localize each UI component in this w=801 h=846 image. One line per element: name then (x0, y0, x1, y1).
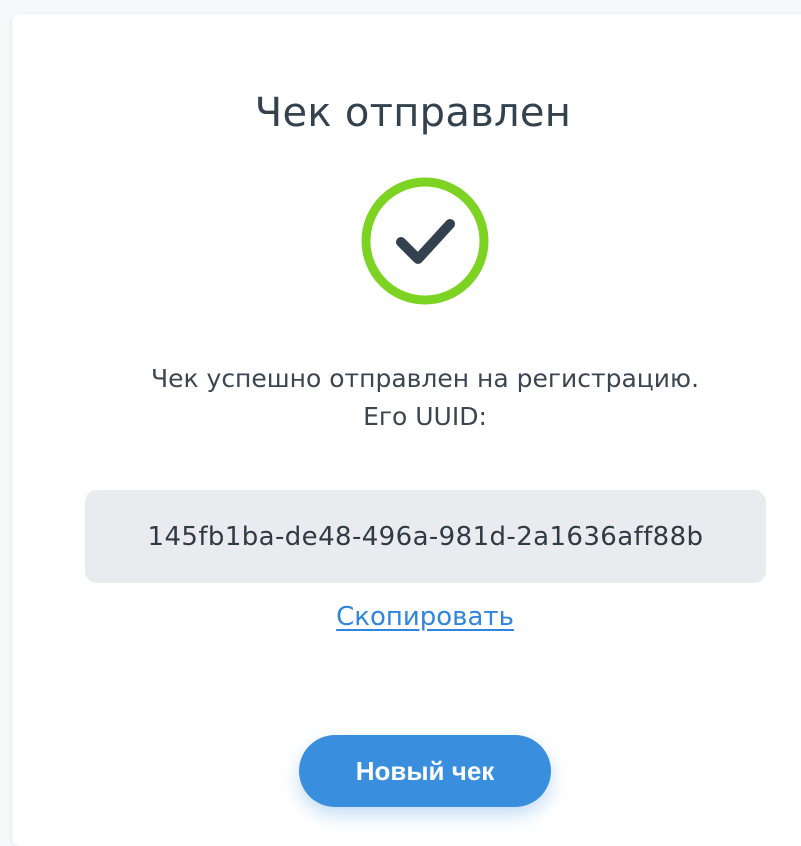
uuid-field: 145fb1ba-de48-496a-981d-2a1636aff88b (85, 490, 766, 583)
message-line-1: Чек успешно отправлен на регистрацию. (150, 364, 700, 393)
copy-link[interactable]: Скопировать (12, 602, 801, 632)
message-line-2: Его UUID: (363, 402, 487, 431)
result-card: Чек отправлен Чек успешно отправлен на р… (12, 14, 801, 846)
check-circle-icon (360, 176, 490, 306)
page-title: Чек отправлен (254, 90, 572, 136)
uuid-value: 145fb1ba-de48-496a-981d-2a1636aff88b (147, 521, 704, 552)
new-check-button[interactable]: Новый чек (299, 735, 551, 807)
success-message: Чек успешно отправлен на регистрацию. Ег… (12, 360, 801, 436)
